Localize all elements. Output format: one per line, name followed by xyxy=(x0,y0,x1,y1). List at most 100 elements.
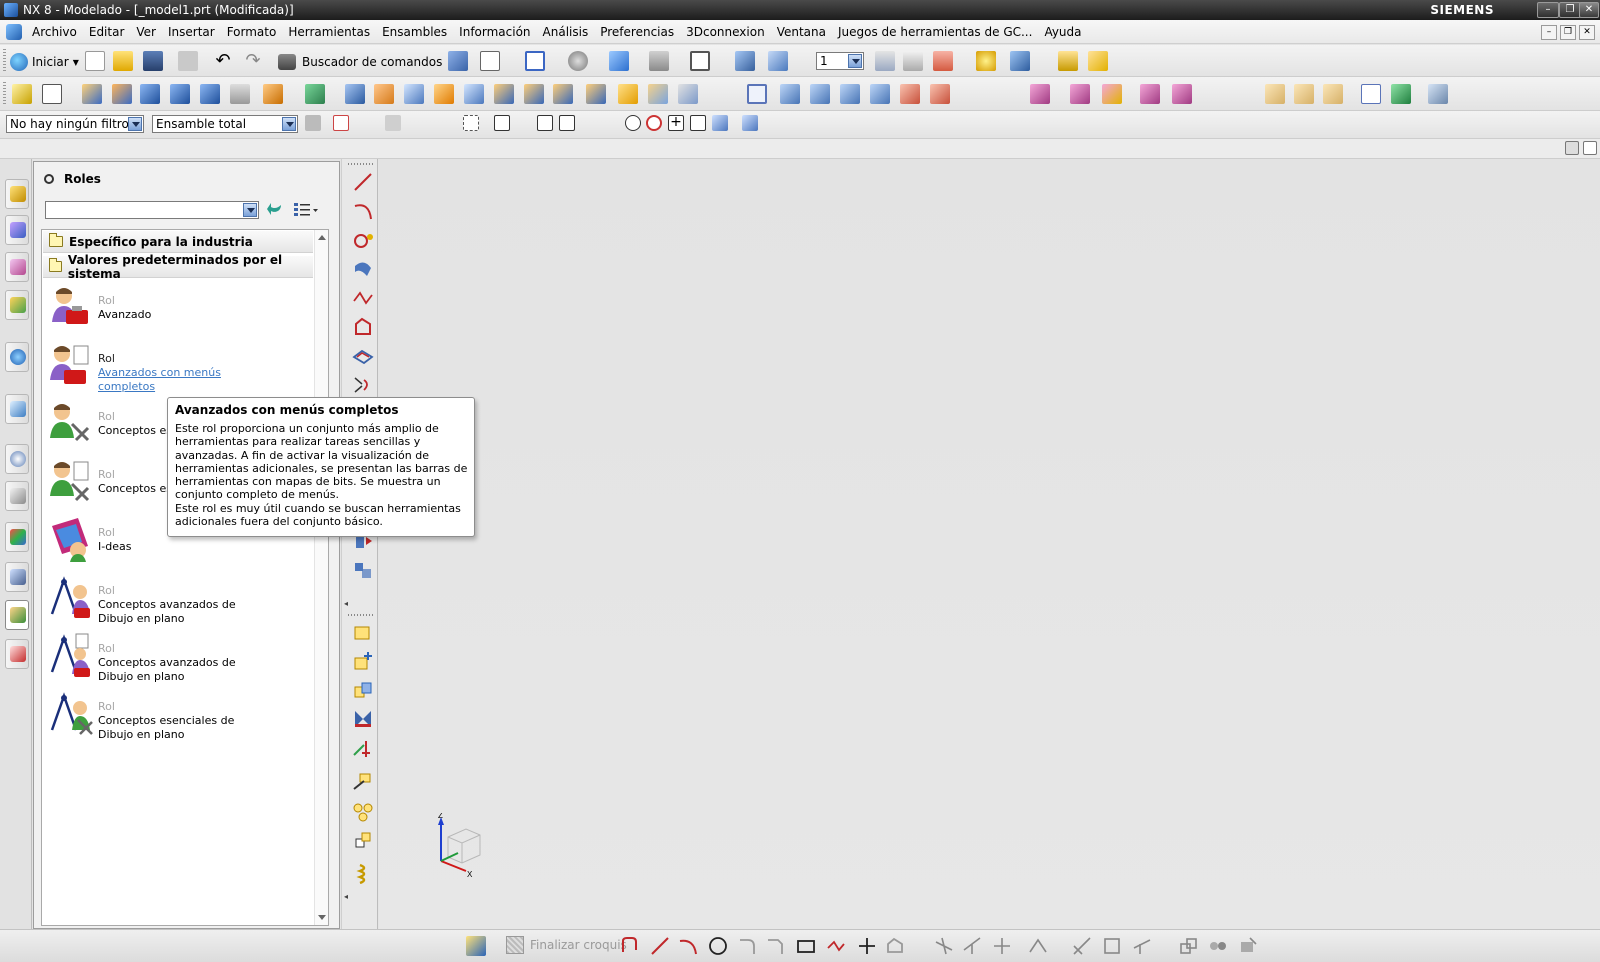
chamfer-icon[interactable] xyxy=(434,84,454,104)
wcs-icon[interactable] xyxy=(735,51,755,71)
web-browser-tab[interactable] xyxy=(5,394,29,424)
minimize-button[interactable]: – xyxy=(1537,2,1559,18)
doc-minimize-button[interactable]: – xyxy=(1541,25,1557,40)
assembly-remove-icon[interactable] xyxy=(1140,84,1160,104)
scroll-left-icon[interactable]: ◂ xyxy=(344,892,348,901)
doc-close-button[interactable]: ✕ xyxy=(1579,25,1595,40)
rectangle-tool-icon[interactable] xyxy=(796,936,816,956)
mirror-assembly-icon[interactable] xyxy=(352,679,374,701)
toolbar-grip[interactable] xyxy=(348,614,374,616)
sew-icon[interactable] xyxy=(648,84,668,104)
spline-tool-icon[interactable] xyxy=(826,936,846,956)
list-view-icon[interactable] xyxy=(293,201,319,219)
cone-icon[interactable] xyxy=(200,84,220,104)
chevron-down-icon[interactable] xyxy=(243,203,257,217)
save-icon[interactable] xyxy=(143,51,163,71)
drawing-detail-icon[interactable] xyxy=(1323,84,1343,104)
constraints-tool-icon[interactable] xyxy=(1028,936,1048,956)
snap-endpoint-icon[interactable] xyxy=(494,115,510,131)
restore-button[interactable]: ❐ xyxy=(1559,2,1581,18)
scroll-down-icon[interactable] xyxy=(318,915,326,920)
rotate-icon[interactable] xyxy=(568,51,588,71)
roles-search-combo[interactable] xyxy=(45,201,259,219)
selection-icon[interactable] xyxy=(976,51,996,71)
revolve-icon[interactable] xyxy=(112,84,132,104)
menu-herramientas[interactable]: Herramientas xyxy=(282,25,376,39)
pattern-icon[interactable] xyxy=(263,84,283,104)
redo-icon[interactable]: ↷ xyxy=(243,51,263,71)
roles-scrollbar[interactable] xyxy=(314,230,328,925)
chevron-down-icon[interactable] xyxy=(128,117,142,131)
arc-icon[interactable] xyxy=(352,200,374,222)
link-geometry-icon[interactable] xyxy=(352,829,374,851)
emboss-icon[interactable] xyxy=(618,84,638,104)
snap-line-icon[interactable] xyxy=(559,115,575,131)
menu-analisis[interactable]: Análisis xyxy=(537,25,595,39)
role-item-dibujo-avanzado[interactable]: Rol Conceptos avanzados de Dibujo en pla… xyxy=(48,574,308,630)
system-scene-tab[interactable] xyxy=(5,639,29,669)
n-sided-icon[interactable] xyxy=(900,84,920,104)
add-component-icon[interactable] xyxy=(352,621,374,643)
polygon-icon[interactable] xyxy=(352,316,374,338)
toolbar-grip[interactable] xyxy=(348,163,374,165)
snap-3d-icon[interactable] xyxy=(742,115,758,131)
chamfer-tool-icon[interactable] xyxy=(766,936,786,956)
snap-view-icon[interactable] xyxy=(480,51,500,71)
interpart-copy-icon[interactable] xyxy=(352,800,374,822)
assembly-add-icon[interactable] xyxy=(1030,84,1050,104)
point-icon[interactable] xyxy=(933,51,953,71)
menu-archivo[interactable]: Archivo xyxy=(26,25,83,39)
layer-settings-icon[interactable] xyxy=(875,51,895,71)
pattern-curve-icon[interactable] xyxy=(352,374,374,396)
cylinder-icon[interactable] xyxy=(170,84,190,104)
history-tab[interactable] xyxy=(5,444,29,474)
selection-filter-combo[interactable]: No hay ningún filtro d xyxy=(6,115,144,133)
close-button[interactable]: ✕ xyxy=(1579,2,1599,18)
background-icon[interactable] xyxy=(690,51,710,71)
block-icon[interactable] xyxy=(140,84,160,104)
process-studio-tab[interactable] xyxy=(5,522,29,552)
constraint-navigator-tab[interactable] xyxy=(5,252,29,282)
role-item-avanzados-menus-completos[interactable]: Rol Avanzados con menús completos xyxy=(48,342,308,398)
pin-icon[interactable] xyxy=(44,174,54,184)
filter-reset-icon[interactable] xyxy=(305,115,321,131)
draft-icon[interactable] xyxy=(494,84,514,104)
make-corner-icon[interactable] xyxy=(992,936,1012,956)
curve-mesh-icon[interactable] xyxy=(840,84,860,104)
select-face-icon[interactable] xyxy=(385,115,401,131)
assembly-constraint-icon[interactable] xyxy=(1102,84,1122,104)
relations-browser-icon[interactable] xyxy=(1208,936,1228,956)
wcs-orient-icon[interactable] xyxy=(768,51,788,71)
line-tool-icon[interactable] xyxy=(650,936,670,956)
nx-menu-icon[interactable] xyxy=(6,23,22,40)
new-component-icon[interactable] xyxy=(352,650,374,672)
assembly-move-icon[interactable] xyxy=(1070,84,1090,104)
linear-dimension-icon[interactable] xyxy=(1102,936,1122,956)
paste-icon[interactable] xyxy=(178,51,198,71)
shell-icon[interactable] xyxy=(464,84,484,104)
roles-tab[interactable] xyxy=(5,600,29,630)
select-all-icon[interactable] xyxy=(333,115,349,131)
menu-juegos-herramientas[interactable]: Juegos de herramientas de GC... xyxy=(832,25,1038,39)
role-item-avanzado[interactable]: Rol Avanzado xyxy=(48,284,308,340)
manufacturing-wizards-tab[interactable] xyxy=(5,562,29,592)
role-item-dibujo-esencial[interactable]: Rol Conceptos esenciales de Dibujo en pl… xyxy=(48,690,308,746)
group-industry-specific[interactable]: Específico para la industria xyxy=(43,231,313,253)
rectangle-select-icon[interactable] xyxy=(463,115,479,131)
open-folder-icon[interactable] xyxy=(113,51,133,71)
scroll-left-icon[interactable]: ◂ xyxy=(344,599,348,608)
unite-icon[interactable] xyxy=(305,84,325,104)
swept-icon[interactable] xyxy=(870,84,890,104)
update-icon[interactable] xyxy=(1391,84,1411,104)
surface-icon[interactable] xyxy=(780,84,800,104)
drawing-view-icon[interactable] xyxy=(1265,84,1285,104)
new-file-icon[interactable] xyxy=(85,51,105,71)
work-layer-field[interactable]: 1 xyxy=(816,52,864,70)
rapid-dimension-icon[interactable] xyxy=(1072,936,1092,956)
snap-midpoint-icon[interactable] xyxy=(537,115,553,131)
move-component-icon[interactable] xyxy=(352,737,374,759)
select-tool-icon[interactable] xyxy=(448,51,468,71)
extract-geometry-icon[interactable] xyxy=(586,84,606,104)
sketch-icon[interactable] xyxy=(12,84,32,104)
doc-restore-button[interactable]: ❐ xyxy=(1560,25,1576,40)
